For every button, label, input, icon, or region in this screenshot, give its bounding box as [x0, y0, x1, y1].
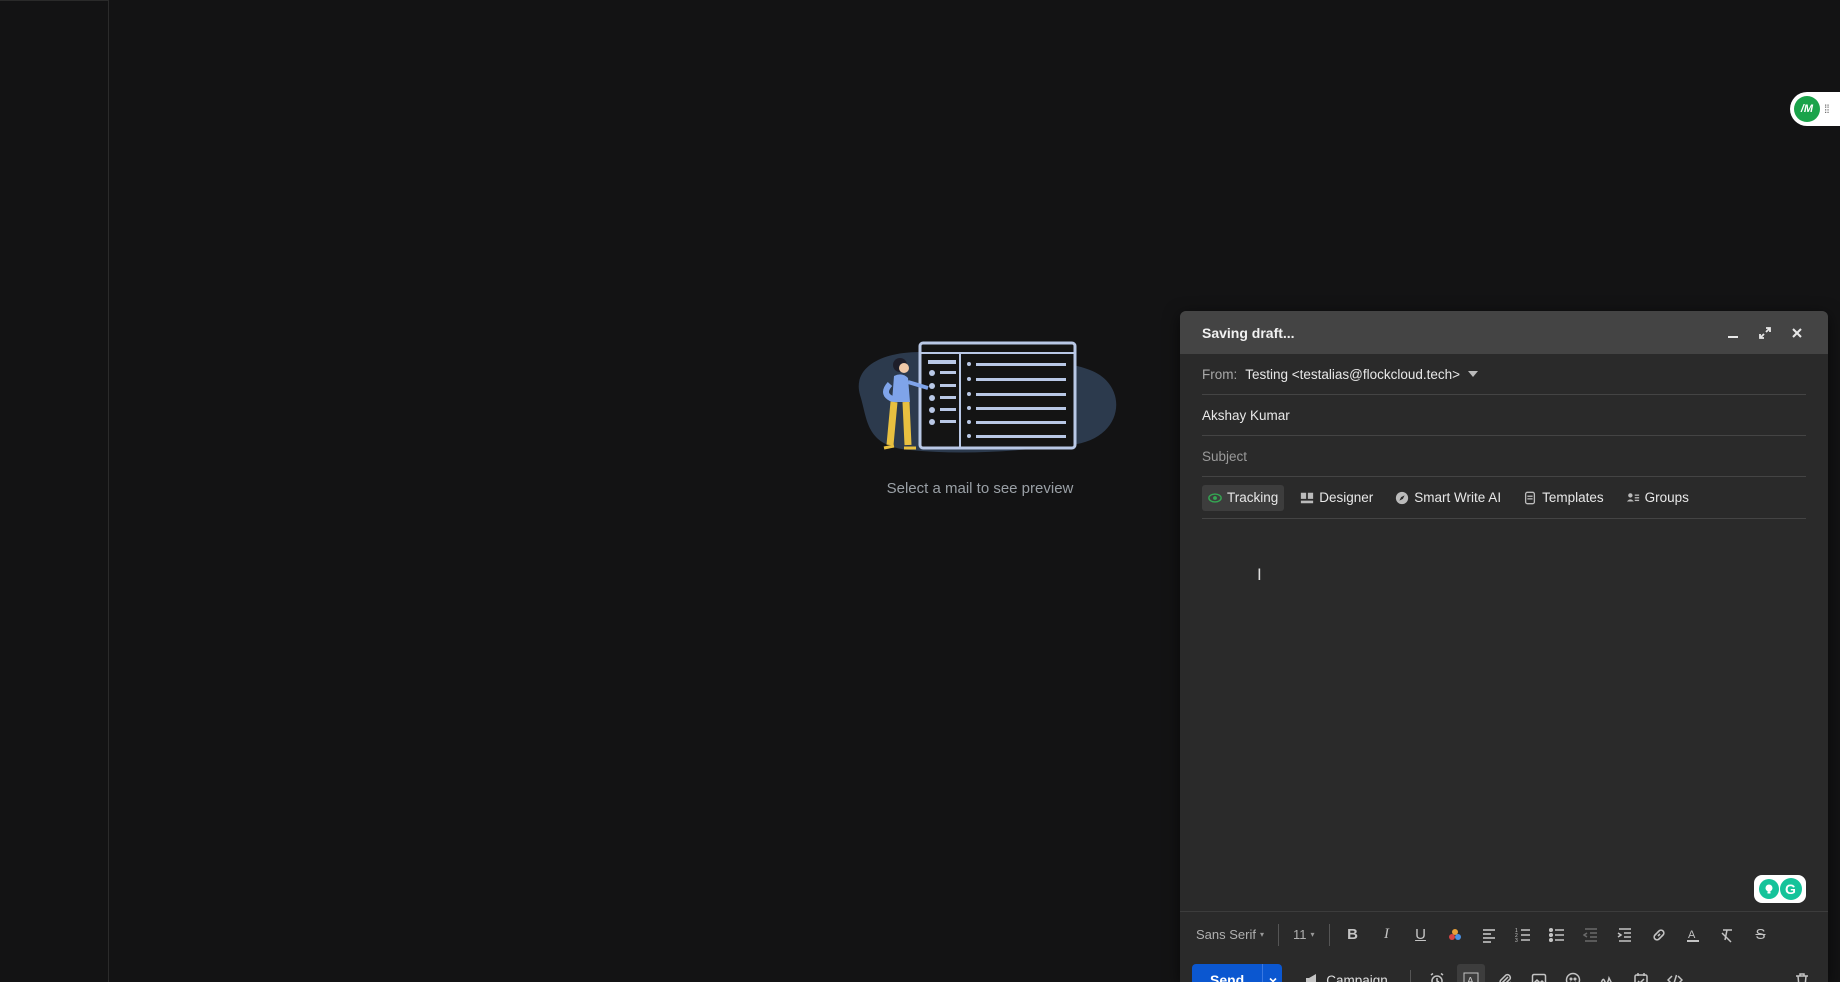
feature-bar: Tracking Designer Smart Write AI Templat…	[1202, 477, 1806, 519]
tracking-label: Tracking	[1227, 490, 1279, 505]
signature-icon[interactable]	[1593, 964, 1621, 982]
extension-logo-icon: /M	[1794, 96, 1820, 122]
divider	[1278, 923, 1279, 946]
code-icon[interactable]	[1661, 964, 1689, 982]
chevron-down-icon[interactable]	[1262, 964, 1283, 982]
image-icon[interactable]	[1525, 964, 1553, 982]
text-color-icon[interactable]: A	[1678, 920, 1708, 950]
recipient-value[interactable]: Akshay Kumar	[1202, 408, 1290, 423]
subject-field[interactable]	[1202, 436, 1806, 477]
divider	[1328, 923, 1330, 946]
text-format-icon[interactable]: A	[1456, 964, 1485, 982]
expand-icon[interactable]	[1756, 324, 1774, 342]
font-family-select[interactable]: Sans Serif ▾	[1190, 921, 1270, 949]
campaign-button[interactable]: Campaign	[1294, 964, 1398, 982]
bold-icon[interactable]: B	[1338, 920, 1368, 950]
template-icon	[1525, 491, 1536, 504]
action-bar: Send Campaign A	[1180, 957, 1828, 982]
emoji-icon[interactable]	[1559, 964, 1587, 982]
font-family-value: Sans Serif	[1196, 927, 1256, 942]
align-icon[interactable]	[1474, 920, 1504, 950]
from-label: From:	[1202, 366, 1238, 382]
minimize-icon[interactable]	[1724, 324, 1742, 342]
compose-window: Saving draft... From: Testing <testalias…	[1180, 311, 1828, 982]
alarm-clock-icon[interactable]	[1423, 964, 1451, 982]
caret-down-icon: ▾	[1259, 930, 1264, 939]
templates-label: Templates	[1542, 490, 1604, 505]
designer-label: Designer	[1319, 490, 1374, 505]
smart-write-label: Smart Write AI	[1414, 490, 1502, 505]
svg-text:3: 3	[1515, 938, 1518, 943]
extension-badge[interactable]: /M ⁞⁞	[1790, 92, 1840, 126]
caret-down-icon: ▾	[1310, 930, 1315, 939]
chevron-down-icon[interactable]	[1468, 371, 1479, 377]
empty-state-text: Select a mail to see preview	[886, 480, 1074, 497]
groups-label: Groups	[1644, 490, 1689, 505]
designer-button[interactable]: Designer	[1294, 485, 1379, 511]
numbered-list-icon[interactable]: 123	[1508, 920, 1538, 950]
divider	[0, 0, 109, 1]
clear-format-icon[interactable]	[1712, 920, 1742, 950]
text-cursor-icon: I	[1257, 565, 1262, 584]
tracking-button[interactable]: Tracking	[1202, 484, 1285, 511]
grammarly-icon[interactable]: G	[1779, 878, 1802, 900]
from-field[interactable]: From: Testing <testalias@flockcloud.tech…	[1202, 354, 1806, 395]
send-group: Send	[1192, 964, 1283, 982]
compose-title: Saving draft...	[1202, 324, 1295, 341]
svg-text:A: A	[1467, 976, 1474, 982]
megaphone-icon	[1306, 974, 1317, 982]
link-icon[interactable]	[1644, 920, 1674, 950]
groups-icon	[1626, 492, 1639, 501]
lightbulb-icon[interactable]	[1758, 879, 1779, 899]
eye-icon	[1208, 492, 1222, 503]
underline-icon[interactable]: U	[1406, 920, 1436, 950]
from-value[interactable]: Testing <testalias@flockcloud.tech>	[1245, 367, 1460, 382]
empty-state-illustration	[858, 341, 1117, 453]
font-size-value: 11	[1293, 927, 1307, 942]
send-button[interactable]: Send	[1192, 964, 1263, 982]
formatting-toolbar: Sans Serif ▾ 11 ▾ B I U 123 A S	[1180, 911, 1828, 957]
trash-icon[interactable]	[1788, 964, 1816, 982]
compose-header[interactable]: Saving draft...	[1180, 311, 1828, 354]
groups-button[interactable]: Groups	[1620, 485, 1695, 511]
strikethrough-icon[interactable]: S	[1746, 920, 1776, 950]
to-field[interactable]: Akshay Kumar	[1202, 395, 1806, 436]
color-palette-icon[interactable]	[1440, 920, 1470, 950]
campaign-label: Campaign	[1326, 972, 1388, 982]
compass-icon	[1396, 491, 1409, 504]
empty-preview: Select a mail to see preview	[835, 340, 1125, 497]
font-size-select[interactable]: 11 ▾	[1287, 921, 1321, 949]
indent-icon[interactable]	[1610, 920, 1640, 950]
layout-icon	[1301, 492, 1314, 503]
bulleted-list-icon[interactable]	[1542, 920, 1572, 950]
drag-handle-icon[interactable]: ⁞⁞	[1824, 102, 1830, 116]
left-rail	[0, 0, 109, 982]
divider	[1409, 970, 1411, 982]
italic-icon[interactable]: I	[1372, 920, 1402, 950]
subject-input[interactable]	[1202, 448, 1806, 464]
close-icon[interactable]	[1788, 324, 1806, 342]
grammarly-widget[interactable]: G	[1754, 875, 1806, 903]
templates-button[interactable]: Templates	[1517, 485, 1610, 511]
svg-text:A: A	[1688, 929, 1696, 941]
outdent-icon[interactable]	[1576, 920, 1606, 950]
attachment-icon[interactable]	[1491, 964, 1519, 982]
smart-write-button[interactable]: Smart Write AI	[1389, 485, 1507, 511]
message-body[interactable]: I G	[1180, 519, 1828, 911]
calendar-check-icon[interactable]	[1627, 964, 1655, 982]
